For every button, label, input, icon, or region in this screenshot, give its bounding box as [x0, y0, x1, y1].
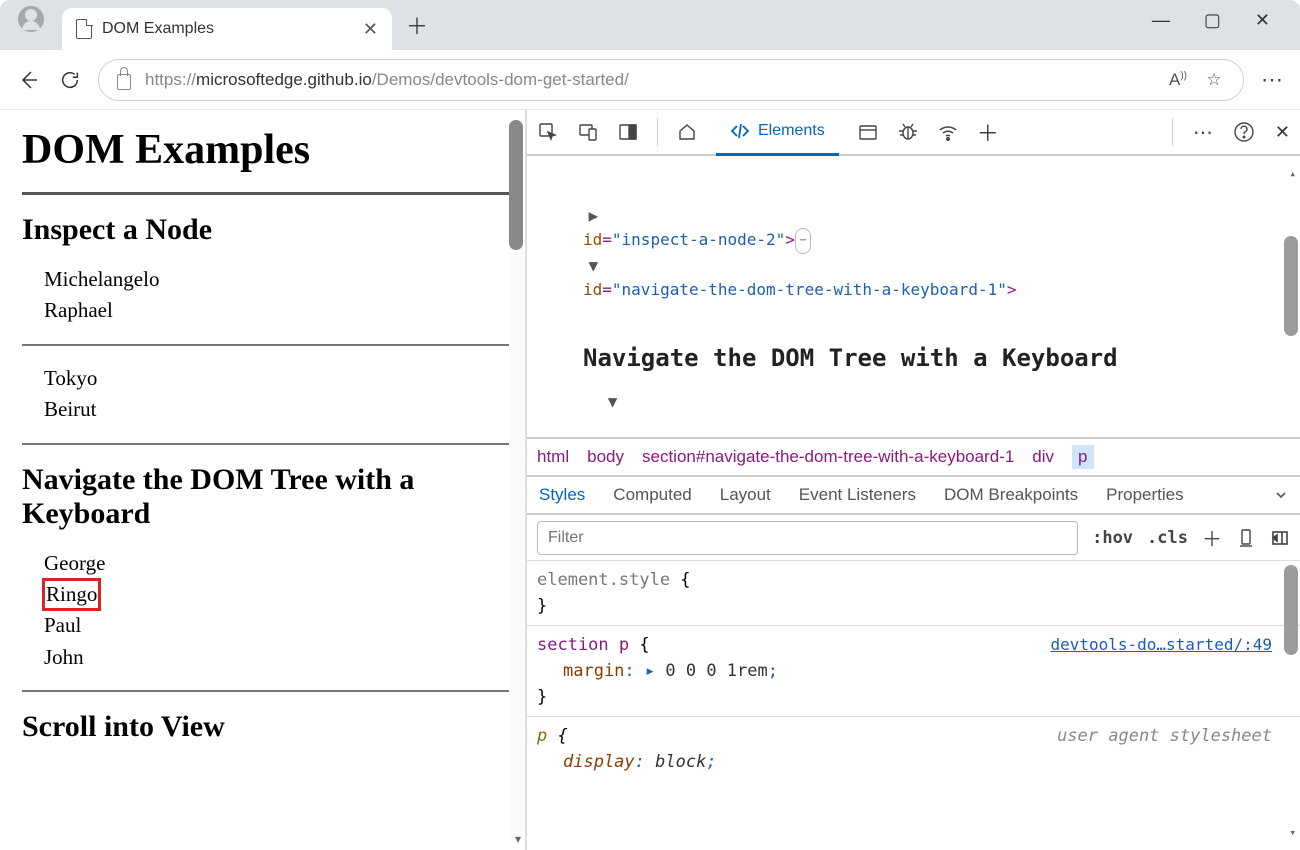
toggle-cls-button[interactable]: .cls: [1147, 528, 1188, 548]
favorite-icon[interactable]: ☆: [1203, 70, 1225, 90]
list-item: Michelangelo: [44, 265, 509, 294]
dom-node[interactable]: ▶id="inspect-a-node-2">⋯: [527, 204, 1300, 254]
dom-node[interactable]: ▼id="navigate-the-dom-tree-with-a-keyboa…: [527, 254, 1300, 302]
styles-pane[interactable]: ▴ element.style { } devtools-do…started/…: [527, 561, 1300, 850]
scroll-down-icon[interactable]: ▾: [515, 832, 521, 846]
close-tab-icon[interactable]: ✕: [363, 19, 378, 40]
section-heading: Inspect a Node: [22, 213, 509, 247]
tab-event-listeners[interactable]: Event Listeners: [799, 485, 916, 505]
divider: [657, 118, 658, 146]
styles-filter-row: :hov .cls ＋: [527, 515, 1300, 561]
list-item: Ringo: [44, 580, 509, 609]
divider: [527, 625, 1300, 626]
divider: [22, 443, 509, 445]
list-item: John: [44, 643, 509, 672]
highlighted-item: Ringo: [44, 580, 99, 609]
close-window-icon[interactable]: ✕: [1255, 10, 1270, 31]
section-heading: Navigate the DOM Tree with a Keyboard: [22, 463, 509, 531]
browser-toolbar: https://microsoftedge.github.io/Demos/de…: [0, 50, 1300, 110]
toggle-hov-button[interactable]: :hov: [1092, 528, 1133, 548]
profile-avatar[interactable]: [18, 6, 44, 32]
breadcrumb-item[interactable]: section#navigate-the-dom-tree-with-a-key…: [642, 447, 1014, 467]
css-rule: element.style { }: [537, 565, 1290, 621]
page-scroll-thumb[interactable]: [509, 120, 523, 250]
back-button[interactable]: [14, 66, 42, 94]
window-controls: — ▢ ✕: [1152, 10, 1300, 41]
maximize-icon[interactable]: ▢: [1204, 10, 1221, 31]
breadcrumb-item[interactable]: p: [1072, 445, 1093, 469]
lock-icon: [117, 74, 131, 90]
computed-sidebar-icon[interactable]: [1270, 528, 1290, 548]
scroll-down-icon[interactable]: ▾: [1289, 820, 1296, 846]
tab-label: Elements: [758, 122, 825, 140]
add-tool-icon[interactable]: ＋: [977, 121, 999, 143]
list-item: Paul: [44, 611, 509, 640]
bug-icon[interactable]: [897, 121, 919, 143]
css-rule: user agent stylesheet p { display: block…: [537, 721, 1290, 777]
dom-node[interactable]: ▼: [527, 390, 1300, 414]
welcome-tab-icon[interactable]: [676, 121, 698, 143]
minimize-icon[interactable]: —: [1152, 10, 1170, 31]
divider: [22, 192, 509, 195]
styles-filter-input[interactable]: [537, 521, 1078, 555]
dom-tree[interactable]: ▴ ▾ ▶id="inspect-a-node-2">⋯ ▼id="naviga…: [527, 156, 1300, 437]
css-rule: devtools-do…started/:49 section p { marg…: [537, 630, 1290, 712]
tab-dom-breakpoints[interactable]: DOM Breakpoints: [944, 485, 1078, 505]
more-tools-icon[interactable]: ⋯: [1193, 120, 1213, 145]
dom-node[interactable]: Navigate the DOM Tree with a Keyboard: [527, 302, 1300, 370]
dom-breadcrumb: html body section#navigate-the-dom-tree-…: [527, 437, 1300, 475]
page-icon: [76, 19, 92, 39]
breadcrumb-item[interactable]: html: [537, 447, 569, 467]
inspect-element-icon[interactable]: [537, 121, 559, 143]
network-icon[interactable]: [937, 121, 959, 143]
read-aloud-icon[interactable]: A)): [1167, 70, 1189, 90]
device-frame-icon[interactable]: [1236, 528, 1256, 548]
dom-node[interactable]: George: [527, 414, 1300, 437]
dom-node[interactable]: [527, 180, 1300, 204]
address-bar[interactable]: https://microsoftedge.github.io/Demos/de…: [98, 59, 1244, 101]
list-item: George: [44, 549, 509, 578]
list-item: Beirut: [44, 395, 509, 424]
more-tabs-icon[interactable]: [1274, 488, 1288, 502]
divider: [527, 716, 1300, 717]
tab-elements[interactable]: Elements: [716, 110, 839, 156]
browser-tab[interactable]: DOM Examples ✕: [62, 8, 392, 50]
divider: [1172, 118, 1173, 146]
ua-stylesheet-label: user agent stylesheet: [1057, 723, 1272, 749]
device-emulation-icon[interactable]: [577, 121, 599, 143]
tab-layout[interactable]: Layout: [720, 485, 771, 505]
breadcrumb-item[interactable]: body: [587, 447, 624, 467]
tab-title: DOM Examples: [102, 20, 353, 38]
new-style-rule-icon[interactable]: ＋: [1202, 523, 1222, 552]
dom-scroll-thumb[interactable]: [1284, 236, 1298, 336]
tab-computed[interactable]: Computed: [613, 485, 691, 505]
dom-node[interactable]: [527, 156, 1300, 180]
list-item: Tokyo: [44, 364, 509, 393]
tab-properties[interactable]: Properties: [1106, 485, 1183, 505]
webpage: DOM Examples Inspect a Node Michelangelo…: [0, 110, 525, 850]
divider: [22, 690, 509, 692]
more-menu-button[interactable]: ⋯: [1258, 66, 1286, 94]
list-item: Raphael: [44, 296, 509, 325]
close-devtools-icon[interactable]: ✕: [1275, 122, 1290, 143]
section-heading: Scroll into View: [22, 710, 509, 744]
url-text: https://microsoftedge.github.io/Demos/de…: [145, 70, 629, 90]
breadcrumb-item[interactable]: div: [1032, 447, 1054, 467]
divider: [22, 344, 509, 346]
devtools-panel: Elements ＋ ⋯ ✕ ▴ ▾ ▶id="inspect-a-node-2…: [525, 110, 1300, 850]
content-area: DOM Examples Inspect a Node Michelangelo…: [0, 110, 1300, 850]
refresh-button[interactable]: [56, 66, 84, 94]
help-icon[interactable]: [1233, 121, 1255, 143]
source-link[interactable]: devtools-do…started/:49: [1050, 632, 1272, 658]
devtools-header: Elements ＋ ⋯ ✕: [527, 110, 1300, 156]
dock-side-icon[interactable]: [617, 121, 639, 143]
styles-tabs: Styles Computed Layout Event Listeners D…: [527, 475, 1300, 515]
sources-tab-icon[interactable]: [857, 121, 879, 143]
page-title: DOM Examples: [22, 126, 509, 174]
tab-styles[interactable]: Styles: [539, 485, 585, 505]
scroll-up-icon[interactable]: ▴: [1289, 162, 1296, 186]
browser-titlebar: DOM Examples ✕ ＋ — ▢ ✕: [0, 0, 1300, 50]
new-tab-button[interactable]: ＋: [400, 8, 434, 42]
